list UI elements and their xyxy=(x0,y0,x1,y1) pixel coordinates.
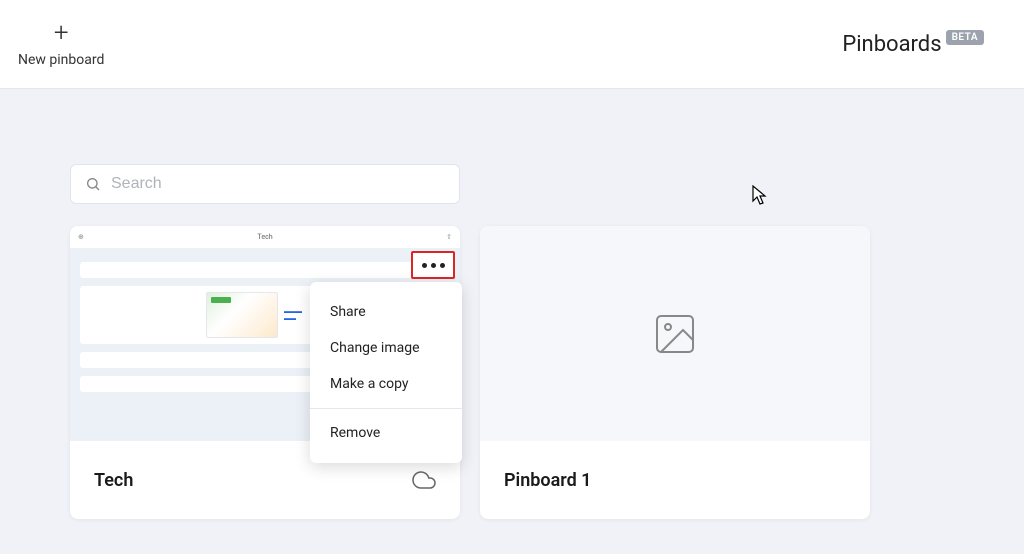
cloud-icon xyxy=(412,468,436,492)
menu-item-remove[interactable]: Remove xyxy=(310,415,462,451)
menu-divider xyxy=(310,408,462,409)
preview-title: Tech xyxy=(257,233,272,241)
search-icon xyxy=(85,176,101,192)
pinboard-grid: ⊕ Tech ⇧ ▬▬▬▬▬ Share xyxy=(70,226,954,519)
menu-item-change-image[interactable]: Change image xyxy=(310,330,462,366)
preview-row xyxy=(80,262,450,278)
pinboard-card[interactable]: ⊕ Tech ⇧ ▬▬▬▬▬ Share xyxy=(70,226,460,519)
page-title-wrap: Pinboards BETA xyxy=(842,32,984,57)
content-area: ⊕ Tech ⇧ ▬▬▬▬▬ Share xyxy=(0,89,1024,519)
new-pinboard-label: New pinboard xyxy=(18,52,104,68)
card-title: Pinboard 1 xyxy=(504,470,591,491)
image-placeholder-icon xyxy=(651,310,699,358)
pinboard-card[interactable]: Pinboard 1 xyxy=(480,226,870,519)
more-options-button[interactable] xyxy=(411,251,455,279)
card-preview-empty xyxy=(480,226,870,441)
card-preview: ⊕ Tech ⇧ ▬▬▬▬▬ Share xyxy=(70,226,460,441)
card-footer: Pinboard 1 xyxy=(480,441,870,519)
page-title: Pinboards xyxy=(842,32,941,57)
new-pinboard-button[interactable]: + New pinboard xyxy=(18,20,104,68)
header: + New pinboard Pinboards BETA xyxy=(0,0,1024,89)
context-menu: Share Change image Make a copy Remove xyxy=(310,282,462,463)
preview-topbar: ⊕ Tech ⇧ xyxy=(70,226,460,248)
card-title: Tech xyxy=(94,470,133,491)
ellipsis-icon xyxy=(422,263,445,268)
beta-badge: BETA xyxy=(946,30,984,45)
menu-item-share[interactable]: Share xyxy=(310,294,462,330)
search-input[interactable] xyxy=(111,175,445,193)
plus-icon: + xyxy=(54,20,69,46)
menu-item-make-copy[interactable]: Make a copy xyxy=(310,366,462,402)
search-box[interactable] xyxy=(70,164,460,204)
preview-thumb xyxy=(206,292,278,338)
